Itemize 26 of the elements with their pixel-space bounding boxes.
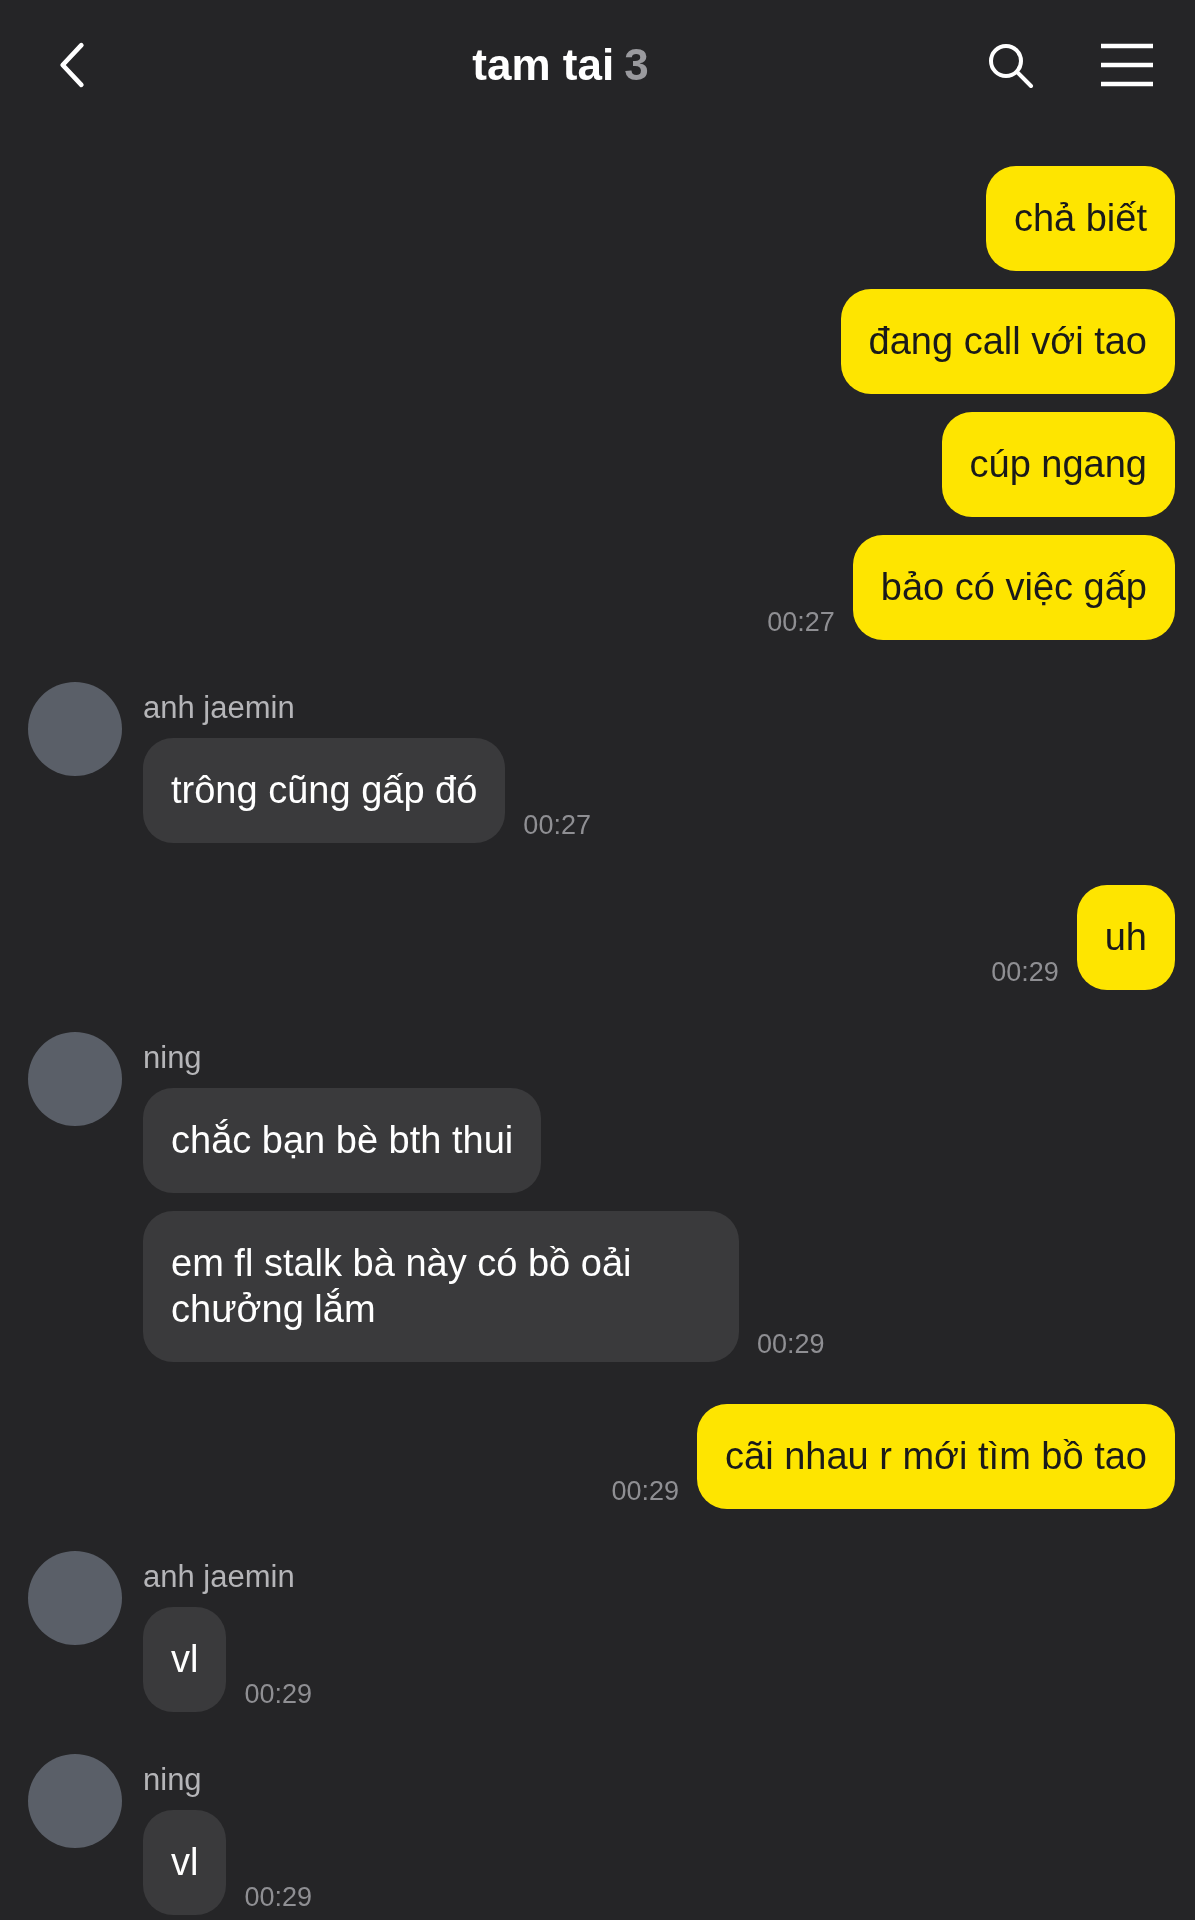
message-time: 00:27 (767, 607, 835, 639)
received-message-bubble: trông cũng gấp đó (143, 738, 506, 843)
back-icon[interactable] (58, 41, 86, 89)
message-time: 00:27 (523, 810, 591, 842)
sent-message-bubble: uh (1076, 885, 1175, 990)
menu-icon[interactable] (1099, 42, 1155, 88)
sent-message-bubble: chả biết (985, 166, 1175, 271)
received-message-bubble: chắc bạn bè bth thui (143, 1088, 542, 1193)
sender-name: anh jaemin (143, 1559, 295, 1595)
sent-message-bubble: cãi nhau r mới tìm bồ tao (697, 1404, 1175, 1509)
sent-message-bubble: cúp ngang (941, 412, 1175, 517)
message-time: 00:29 (244, 1882, 313, 1914)
chat-title: tam tai (472, 40, 615, 90)
sender-name: anh jaemin (143, 690, 295, 726)
message-time: 00:29 (244, 1679, 313, 1711)
sent-message-bubble: bảo có việc gấp (852, 535, 1175, 640)
sent-message-bubble: đang call với tao (840, 289, 1175, 394)
sender-name: ning (143, 1762, 202, 1798)
message-time: 00:29 (757, 1329, 825, 1361)
message-time: 00:29 (991, 957, 1059, 989)
received-message-bubble: vl (143, 1810, 227, 1915)
message-time: 00:29 (611, 1476, 679, 1508)
received-message-bubble: em fl stalk bà này có bồ oải chưởng lắm (143, 1211, 739, 1362)
sender-name: ning (143, 1040, 202, 1076)
received-message-bubble: vl (143, 1607, 227, 1712)
member-count: 3 (624, 40, 649, 90)
